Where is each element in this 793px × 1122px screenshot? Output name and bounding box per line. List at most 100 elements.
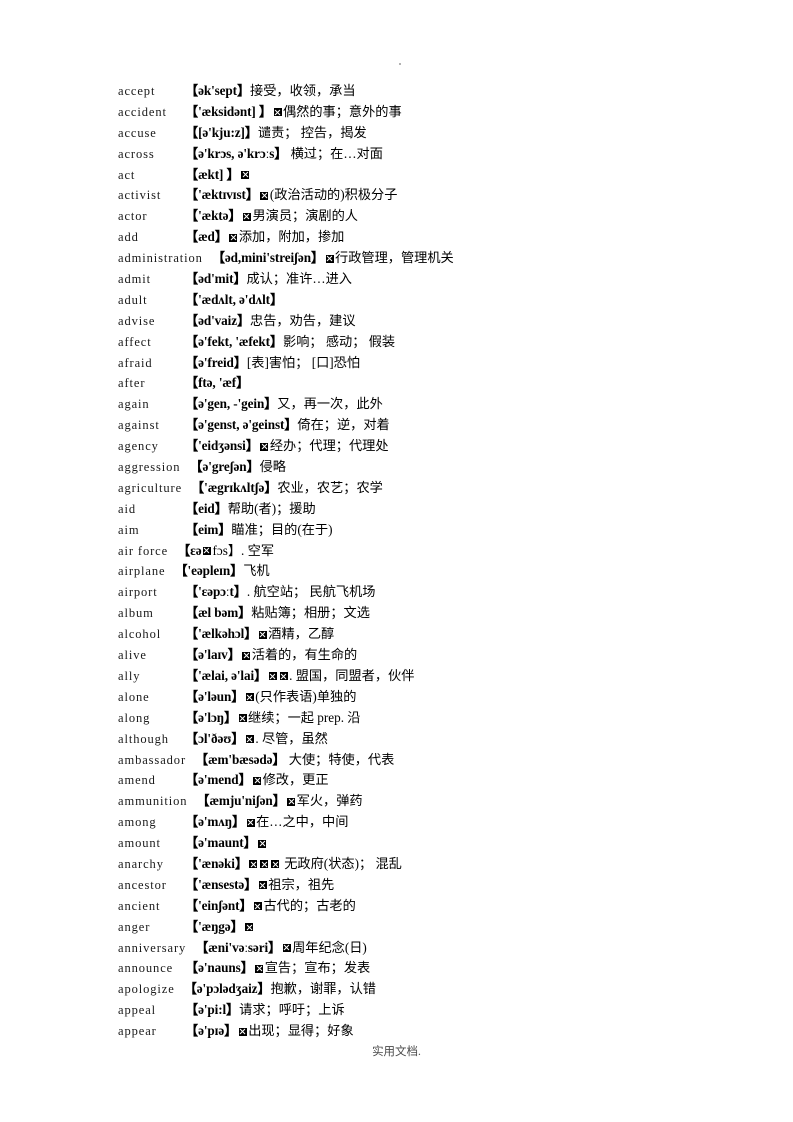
entry-phonetic: 【əd'mit】 bbox=[185, 271, 247, 287]
entry-definition: 【ə'genst, ə'geinst】倚在；逆，对着 bbox=[185, 415, 390, 436]
entry-gloss: 抱歉，谢罪，认错 bbox=[270, 981, 377, 997]
vocabulary-entry: anarchy 【'ænəki】 无政府(状态)； 混乱 bbox=[118, 854, 758, 875]
missing-glyph-box-icon bbox=[258, 630, 267, 639]
missing-glyph-box-icon bbox=[260, 442, 269, 451]
entry-gloss: 请求；呼吁；上诉 bbox=[239, 1002, 345, 1018]
entry-phonetic: 【'æŋgə】 bbox=[185, 918, 244, 934]
entry-headword: across bbox=[118, 146, 155, 161]
entry-definition: 【əd'vaiz】忠告，劝告，建议 bbox=[185, 311, 356, 332]
entry-gloss: (政治活动的)积极分子 bbox=[269, 187, 398, 203]
entry-headword: anarchy bbox=[118, 856, 164, 871]
entry-headword: amend bbox=[118, 773, 156, 788]
entry-definition: 【eim】瞄准；目的(在于) bbox=[185, 520, 333, 541]
missing-glyph-box-icon bbox=[255, 964, 264, 973]
entry-gloss: 大使；特使，代表 bbox=[285, 751, 395, 767]
vocabulary-entry: airport 【'ɛəpɔːt】. 航空站； 民航飞机场 bbox=[118, 582, 758, 603]
missing-glyph-box-icon bbox=[245, 735, 254, 744]
entry-definition: 【ə'pɔlədʒaiz】抱歉，谢罪，认错 bbox=[184, 979, 376, 1000]
missing-glyph-box-icon bbox=[246, 818, 255, 827]
entry-gloss: 继续；一起 prep. 沿 bbox=[248, 709, 361, 725]
page-top-dot-mark bbox=[399, 63, 401, 65]
entry-headword: alcohol bbox=[118, 627, 162, 642]
entry-headword: actor bbox=[118, 209, 148, 224]
entry-gloss: . 航空站； 民航飞机场 bbox=[246, 584, 376, 600]
vocabulary-entry: advise 【əd'vaiz】忠告，劝告，建议 bbox=[118, 311, 758, 332]
missing-glyph-box-icon bbox=[268, 672, 277, 681]
entry-definition: 【'ænsestə】 祖宗，祖先 bbox=[185, 875, 334, 896]
entry-phonetic: 【'einʃənt】 bbox=[185, 897, 253, 913]
entry-definition: 【'ædʌlt, ə'dʌlt】 bbox=[185, 290, 283, 311]
vocabulary-entry: appear 【ə'pɪə】 出现；显得；好象 bbox=[118, 1021, 758, 1042]
vocabulary-entry: again 【ə'gen, -'gein】又，再一次，此外 bbox=[118, 394, 758, 415]
entry-gloss: 帮助(者)；援助 bbox=[227, 500, 316, 516]
entry-gloss: 古代的；古老的 bbox=[263, 897, 356, 913]
entry-phonetic: 【æl bəm】 bbox=[185, 605, 252, 621]
entry-phonetic: 【ə'nauns】 bbox=[185, 960, 254, 976]
entry-definition: 【'æksidənt] 】偶然的事；意外的事 bbox=[185, 102, 402, 123]
entry-headword: against bbox=[118, 418, 160, 433]
missing-glyph-box-icon bbox=[279, 672, 288, 681]
entry-headword: ally bbox=[118, 668, 141, 683]
entry-definition: 【'einʃənt】 古代的；古老的 bbox=[185, 896, 356, 917]
vocabulary-entry: accuse 【[ə'kju:z]】谴责； 控告，揭发 bbox=[118, 123, 758, 144]
entry-phonetic: 【ə'krɔs, ə'krɔːs】 bbox=[185, 145, 288, 161]
entry-definition: 【ftə, 'æf】 bbox=[185, 373, 249, 394]
entry-phonetic: 【ə'mʌŋ】 bbox=[185, 814, 246, 830]
entry-gloss: [表]害怕； [口]恐怕 bbox=[246, 354, 361, 370]
entry-phonetic: 【'ænsestə】 bbox=[185, 876, 258, 892]
entry-headword: alone bbox=[118, 689, 150, 704]
entry-definition: 【ɔl'ðəʊ】 . 尽管，虽然 bbox=[185, 729, 328, 750]
entry-definition: 【eid】帮助(者)；援助 bbox=[185, 499, 316, 520]
vocabulary-entry: anniversary 【æni'vəːsəri】 周年纪念(日) bbox=[118, 938, 758, 959]
entry-headword: air force bbox=[118, 543, 169, 558]
entry-headword: agriculture bbox=[118, 480, 183, 495]
entry-phonetic: 【eim】 bbox=[185, 521, 232, 537]
entry-gloss: 祖宗，祖先 bbox=[268, 876, 335, 892]
entry-definition: 【'æktɪvɪst】 (政治活动的)积极分子 bbox=[185, 185, 397, 206]
vocabulary-entry: among 【ə'mʌŋ】 在…之中，中间 bbox=[118, 812, 758, 833]
entry-definition: 【'ɛəpɔːt】. 航空站； 民航飞机场 bbox=[185, 582, 375, 603]
entry-gloss: fɔs】. 空军 bbox=[212, 542, 275, 558]
vocabulary-entry: accident 【'æksidənt] 】偶然的事；意外的事 bbox=[118, 102, 758, 123]
entry-definition: 【ə'freid】[表]害怕； [口]恐怕 bbox=[185, 353, 360, 374]
entry-definition: 【əd,mini'streiʃən】 行政管理，管理机关 bbox=[212, 248, 454, 269]
entry-phonetic: 【ɛə bbox=[177, 542, 202, 558]
entry-gloss: 成认；准许…进入 bbox=[246, 271, 352, 287]
missing-glyph-box-icon bbox=[253, 902, 262, 911]
entry-phonetic: 【əd,mini'streiʃən】 bbox=[211, 250, 325, 266]
entry-gloss: 经办；代理；代理处 bbox=[269, 438, 389, 454]
entry-phonetic: 【əd'vaiz】 bbox=[185, 312, 251, 328]
entry-definition: 【æl bəm】粘贴簿；相册；文选 bbox=[185, 603, 370, 624]
entry-headword: anger bbox=[118, 919, 151, 934]
entry-definition: 【ə'fekt, 'æfekt】影响； 感动； 假装 bbox=[185, 332, 395, 353]
entry-phonetic: 【ə'ləun】 bbox=[185, 688, 245, 704]
entry-phonetic: 【'ɛəpɔːt】 bbox=[185, 584, 247, 600]
entry-phonetic: 【ə'freid】 bbox=[185, 354, 247, 370]
entry-headword: among bbox=[118, 815, 157, 830]
vocabulary-entry: accept 【ək'sept】接受，收领，承当 bbox=[118, 81, 758, 102]
entry-phonetic: 【'ælai, ə'lai】 bbox=[185, 667, 268, 683]
entry-gloss: 偶然的事；意外的事 bbox=[283, 103, 402, 119]
missing-glyph-box-icon bbox=[245, 923, 254, 932]
vocabulary-entry: administration 【əd,mini'streiʃən】 行政管理，管理机… bbox=[118, 248, 758, 269]
entry-definition: 【æm'bæsədə】 大使；特使，代表 bbox=[195, 750, 394, 771]
entry-headword: anniversary bbox=[118, 940, 187, 955]
missing-glyph-box-icon bbox=[258, 881, 267, 890]
entry-gloss: 行政管理，管理机关 bbox=[335, 250, 454, 266]
missing-glyph-box-icon bbox=[287, 797, 296, 806]
vocabulary-entry: admit 【əd'mit】成认；准许…进入 bbox=[118, 269, 758, 290]
vocabulary-entry: afraid 【ə'freid】[表]害怕； [口]恐怕 bbox=[118, 353, 758, 374]
entry-headword: after bbox=[118, 376, 146, 391]
entry-phonetic: 【æd】 bbox=[185, 229, 228, 245]
entry-phonetic: 【ə'greʃən】 bbox=[189, 459, 260, 475]
entry-gloss: 在…之中，中间 bbox=[256, 814, 349, 830]
entry-phonetic: 【ə'fekt, 'æfekt】 bbox=[185, 333, 284, 349]
entry-definition: 【ækt] 】 bbox=[185, 165, 251, 186]
entry-definition: 【'ælkəhɔl】 酒精，乙醇 bbox=[185, 624, 334, 645]
entry-gloss: 活着的，有生命的 bbox=[251, 647, 358, 663]
missing-glyph-box-icon bbox=[242, 212, 251, 221]
entry-phonetic: 【ə'lɔŋ】 bbox=[185, 709, 238, 725]
entry-definition: 【ə'pɪə】 出现；显得；好象 bbox=[185, 1021, 354, 1042]
entry-definition: 【ə'mʌŋ】 在…之中，中间 bbox=[185, 812, 348, 833]
vocabulary-entry: although 【ɔl'ðəʊ】 . 尽管，虽然 bbox=[118, 729, 758, 750]
